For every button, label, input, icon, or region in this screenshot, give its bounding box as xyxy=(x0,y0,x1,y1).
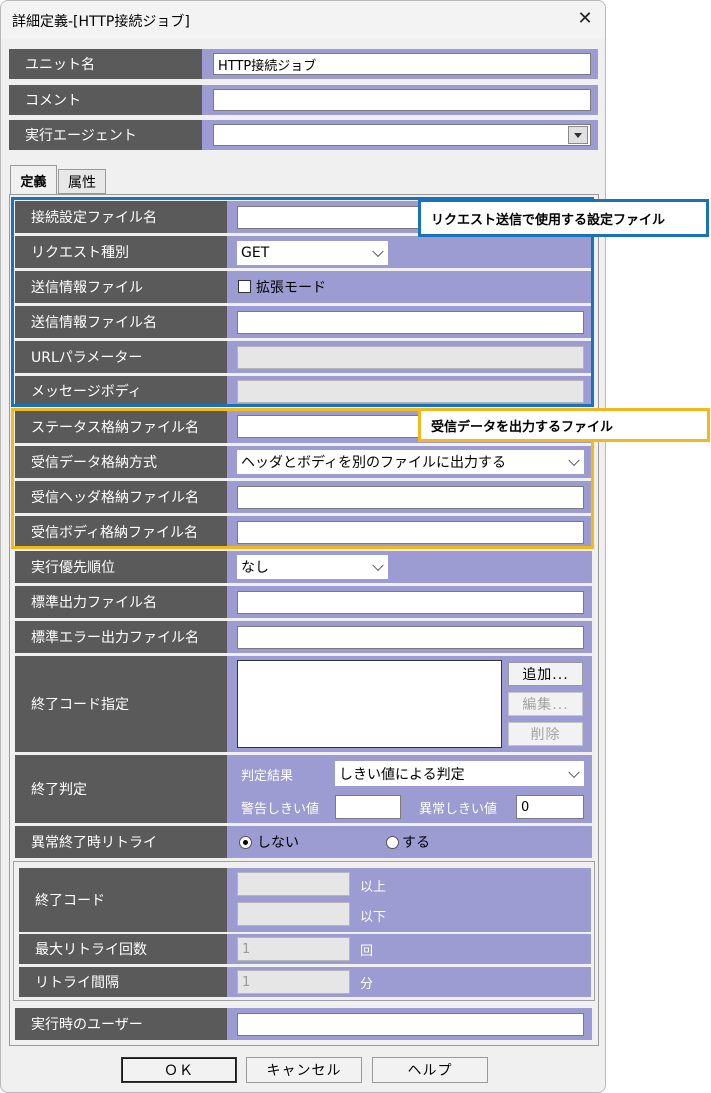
radio-dot-icon xyxy=(243,840,248,845)
unit-name-input[interactable]: HTTP接続ジョブ xyxy=(213,53,591,75)
minutes-unit: 分 xyxy=(360,976,374,992)
stdout-input[interactable] xyxy=(237,591,584,614)
priority-label: 実行優先順位 xyxy=(15,551,227,583)
run-user-label: 実行時のユーザー xyxy=(15,1008,227,1040)
ok-button[interactable]: ＯＫ xyxy=(121,1057,237,1083)
dropdown-arrow-icon xyxy=(574,133,582,138)
comment-input[interactable] xyxy=(213,89,591,111)
max-retry-label: 最大リトライ回数 xyxy=(19,934,227,964)
yellow-callout: 受信データを出力するファイル xyxy=(418,408,710,442)
delete-button: 削除 xyxy=(508,722,583,746)
edit-button: 編集... xyxy=(508,692,583,716)
agent-combobox[interactable] xyxy=(213,124,591,146)
comment-label: コメント xyxy=(9,85,202,115)
help-button[interactable]: ヘルプ xyxy=(372,1057,488,1083)
agent-label: 実行エージェント xyxy=(9,120,202,150)
add-button[interactable]: 追加... xyxy=(508,662,583,686)
retry-exit-code-min-input xyxy=(237,872,350,896)
window-title: 詳細定義-[HTTP接続ジョブ] xyxy=(12,14,190,30)
tab-definition[interactable]: 定義 xyxy=(10,165,57,195)
warn-threshold-label: 警告しきい値 xyxy=(241,801,320,817)
stderr-label: 標準エラー出力ファイル名 xyxy=(15,621,227,653)
error-threshold-label: 異常しきい値 xyxy=(419,801,498,817)
judge-result-select[interactable]: しきい値による判定 xyxy=(335,761,584,786)
stderr-input[interactable] xyxy=(237,626,584,649)
end-judge-label: 終了判定 xyxy=(15,755,227,823)
retry-interval-label: リトライ間隔 xyxy=(19,967,227,997)
retry-yes-radio[interactable] xyxy=(386,836,399,849)
title-bar: 詳細定義-[HTTP接続ジョブ] ✕ xyxy=(1,1,605,39)
priority-value: なし xyxy=(241,560,269,576)
agent-dropdown-button[interactable] xyxy=(568,126,588,144)
retry-interval-input: 1 xyxy=(237,970,350,994)
cancel-button[interactable]: キャンセル xyxy=(246,1057,362,1083)
warn-threshold-input[interactable] xyxy=(335,795,401,819)
blue-callout: リクエスト送信で使用する設定ファイル xyxy=(418,199,709,237)
retry-label: 異常終了時リトライ xyxy=(15,826,227,858)
above-label: 以上 xyxy=(360,879,387,895)
run-user-input[interactable] xyxy=(237,1013,584,1036)
retry-yes-label: する xyxy=(402,835,430,851)
exit-code-label: 終了コード指定 xyxy=(15,656,227,752)
exit-code-list[interactable] xyxy=(237,660,502,748)
retry-no-radio[interactable] xyxy=(239,836,252,849)
stdout-label: 標準出力ファイル名 xyxy=(15,586,227,618)
below-label: 以下 xyxy=(360,909,387,925)
tab-attribute[interactable]: 属性 xyxy=(58,169,106,194)
retry-exit-code-max-input xyxy=(237,902,350,926)
judge-result-label: 判定結果 xyxy=(241,768,294,784)
retry-no-label: しない xyxy=(257,835,299,851)
max-retry-input: 1 xyxy=(237,937,350,961)
times-unit: 回 xyxy=(360,943,374,959)
error-threshold-input[interactable]: 0 xyxy=(516,795,584,819)
close-icon[interactable]: ✕ xyxy=(573,7,597,31)
priority-select[interactable]: なし xyxy=(237,555,388,579)
judge-result-value: しきい値による判定 xyxy=(339,766,465,783)
chevron-down-icon xyxy=(568,766,580,778)
chevron-down-icon xyxy=(372,559,384,572)
unit-name-label: ユニット名 xyxy=(9,49,202,79)
retry-exit-code-label: 終了コード xyxy=(19,868,227,932)
